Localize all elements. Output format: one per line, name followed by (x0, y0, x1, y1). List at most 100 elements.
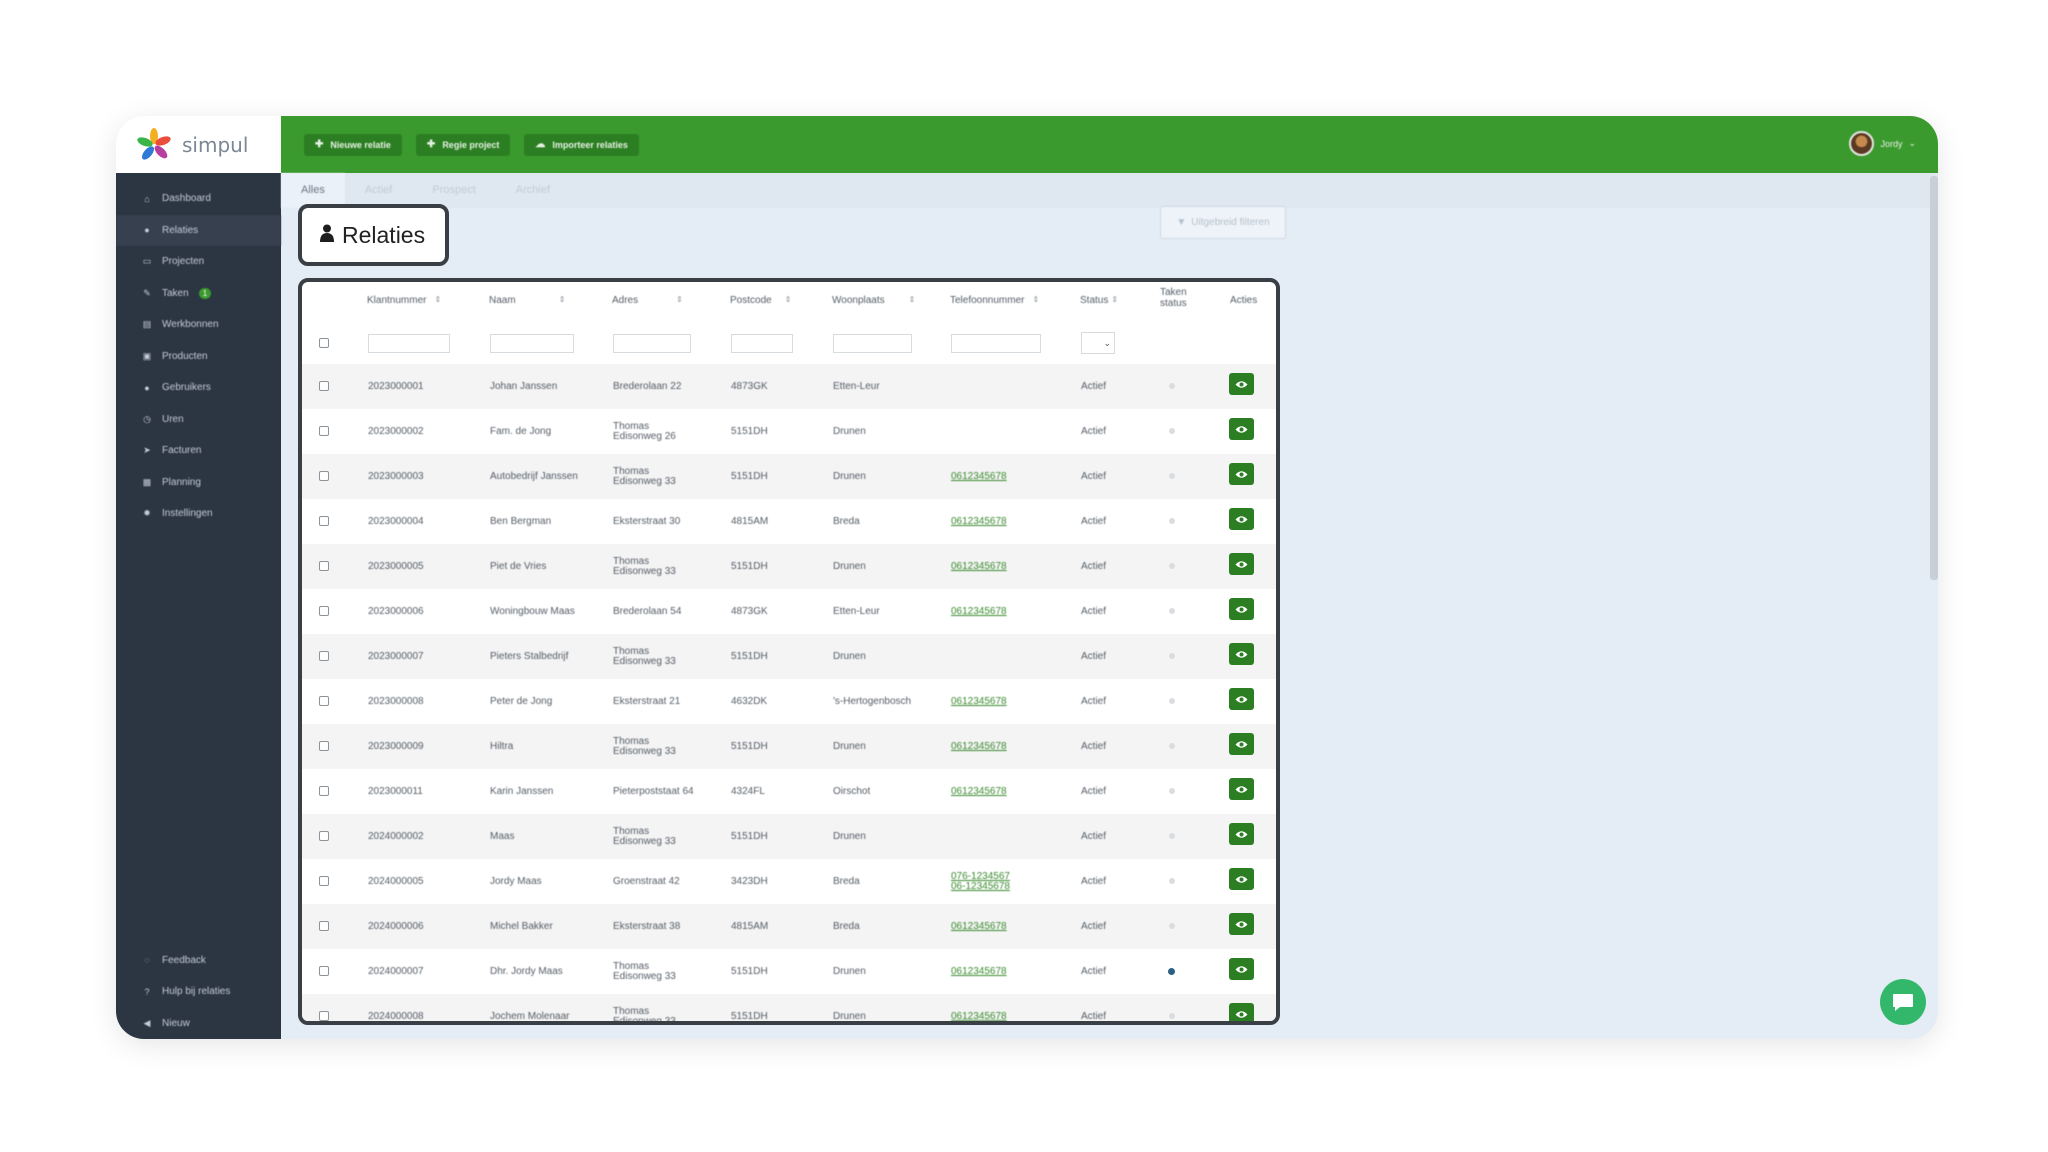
row-checkbox[interactable] (319, 876, 329, 886)
view-relation-button[interactable] (1229, 958, 1254, 980)
filter-woonplaats-input[interactable] (833, 334, 912, 353)
phone-link[interactable]: 0612345678 (951, 561, 1007, 572)
sidebar-item-facturen[interactable]: ➤ Facturen (116, 435, 281, 467)
cell-postcode: 5151DH (731, 471, 768, 482)
select-all-checkbox[interactable] (319, 338, 329, 348)
phone-link[interactable]: 0612345678 (951, 1011, 1007, 1021)
sidebar-item-nieuw[interactable]: ◀ Nieuw (116, 1008, 281, 1040)
logo[interactable]: simpul (116, 116, 281, 173)
phone-link[interactable]: 0612345678 (951, 921, 1007, 932)
view-relation-button[interactable] (1229, 778, 1254, 800)
row-checkbox[interactable] (319, 426, 329, 436)
task-status-dot (1169, 383, 1175, 389)
phone-link[interactable]: 0612345678 (951, 606, 1007, 617)
phone-link[interactable]: 06-12345678 (951, 881, 1010, 892)
filter-naam-input[interactable] (490, 334, 574, 353)
col-postcode[interactable]: Postcode ⇕ (730, 295, 791, 306)
row-checkbox[interactable] (319, 561, 329, 571)
filter-adres-input[interactable] (613, 334, 691, 353)
view-relation-button[interactable] (1229, 508, 1254, 530)
view-relation-button[interactable] (1229, 823, 1254, 845)
col-status[interactable]: Status ⇕ (1080, 295, 1118, 306)
eye-icon (1235, 785, 1248, 793)
sidebar-item-hulp-bij-relaties[interactable]: ? Hulp bij relaties (116, 976, 281, 1008)
advanced-filter-button[interactable]: ▼ Uitgebreid filteren (1160, 206, 1286, 239)
view-relation-button[interactable] (1229, 598, 1254, 620)
sidebar-item-relaties[interactable]: ● Relaties (116, 214, 281, 246)
view-relation-button[interactable] (1229, 688, 1254, 710)
eye-icon (1235, 380, 1248, 388)
eye-icon (1235, 560, 1248, 568)
row-checkbox[interactable] (319, 651, 329, 661)
cell-woonplaats: Drunen (833, 471, 866, 482)
new-relation-button[interactable]: ✚ Nieuwe relatie (304, 133, 402, 156)
address-line: Edisonweg 26 (613, 430, 676, 442)
tab-prospect[interactable]: Prospect (412, 173, 495, 208)
sidebar-item-dashboard[interactable]: ⌂ Dashboard (116, 183, 281, 215)
sidebar-item-label: Hulp bij relaties (162, 986, 231, 998)
cell-naam: Michel Bakker (490, 921, 553, 932)
sidebar-item-werkbonnen[interactable]: ▤ Werkbonnen (116, 309, 281, 341)
row-checkbox[interactable] (319, 471, 329, 481)
row-checkbox[interactable] (319, 1011, 329, 1021)
filter-postcode-input[interactable] (731, 334, 793, 353)
row-checkbox[interactable] (319, 921, 329, 931)
sidebar-item-gebruikers[interactable]: ● Gebruikers (116, 372, 281, 404)
row-checkbox[interactable] (319, 786, 329, 796)
row-checkbox[interactable] (319, 831, 329, 841)
cell-status: Actief (1081, 831, 1107, 842)
view-relation-button[interactable] (1229, 553, 1254, 575)
col-adres[interactable]: Adres ⇕ (612, 295, 683, 306)
task-status-dot (1169, 788, 1175, 794)
view-relation-button[interactable] (1229, 913, 1254, 935)
view-relation-button[interactable] (1229, 1003, 1254, 1021)
phone-link[interactable]: 0612345678 (951, 966, 1007, 977)
view-relation-button[interactable] (1229, 733, 1254, 755)
view-relation-button[interactable] (1229, 418, 1254, 440)
tab-actief[interactable]: Actief (345, 173, 413, 208)
sidebar-item-uren[interactable]: ◷ Uren (116, 404, 281, 436)
phone-link[interactable]: 0612345678 (951, 786, 1007, 797)
row-checkbox[interactable] (319, 606, 329, 616)
chat-button[interactable] (1880, 979, 1926, 1025)
view-relation-button[interactable] (1229, 868, 1254, 890)
sidebar: ⌂ Dashboard ● Relaties ▭ Projecten ✎ Taken 1 ▤ Wer… (116, 173, 281, 1039)
col-telefoon[interactable]: Telefoonnummer ⇕ (950, 295, 1039, 306)
user-menu[interactable]: Jordy ⌄ (1849, 131, 1916, 156)
tab-archief[interactable]: Archief (496, 173, 570, 208)
cell-naam: Peter de Jong (490, 696, 553, 707)
sidebar-item-producten[interactable]: ▣ Producten (116, 341, 281, 373)
phone-link[interactable]: 0612345678 (951, 696, 1007, 707)
col-klantnummer[interactable]: Klantnummer ⇕ (367, 295, 441, 306)
filter-klantnummer-input[interactable] (368, 334, 450, 353)
phone-link[interactable]: 0612345678 (951, 516, 1007, 527)
phone-link[interactable]: 0612345678 (951, 741, 1007, 752)
sidebar-item-instellingen[interactable]: ✹ Instellingen (116, 498, 281, 530)
col-naam[interactable]: Naam ⇕ (489, 295, 565, 306)
row-checkbox[interactable] (319, 381, 329, 391)
page-scrollbar[interactable] (1930, 176, 1938, 580)
tab-alles[interactable]: Alles (281, 173, 345, 208)
eye-icon (1235, 965, 1248, 973)
import-relations-button[interactable]: ☁ Importeer relaties (524, 133, 639, 156)
row-checkbox[interactable] (319, 516, 329, 526)
filter-status-select[interactable]: ⌄ (1081, 332, 1115, 354)
view-relation-button[interactable] (1229, 463, 1254, 485)
sidebar-item-projecten[interactable]: ▭ Projecten (116, 246, 281, 278)
col-woonplaats[interactable]: Woonplaats ⇕ (832, 295, 915, 306)
cell-telefoon: 0612345678 (951, 949, 1007, 994)
phone-link[interactable]: 0612345678 (951, 471, 1007, 482)
view-relation-button[interactable] (1229, 643, 1254, 665)
row-checkbox[interactable] (319, 741, 329, 751)
sidebar-item-feedback[interactable]: ◌ Feedback (116, 945, 281, 977)
phone-link[interactable]: 076-1234567 (951, 871, 1010, 882)
sidebar-item-planning[interactable]: ▦ Planning (116, 467, 281, 499)
view-relation-button[interactable] (1229, 373, 1254, 395)
sidebar-item-taken[interactable]: ✎ Taken 1 (116, 278, 281, 310)
regie-project-button[interactable]: ✚ Regie project (415, 133, 511, 156)
task-status-dot (1169, 1013, 1175, 1019)
filter-telefoon-input[interactable] (951, 334, 1041, 353)
row-checkbox[interactable] (319, 696, 329, 706)
sort-icon: ⇕ (558, 295, 566, 304)
row-checkbox[interactable] (319, 966, 329, 976)
